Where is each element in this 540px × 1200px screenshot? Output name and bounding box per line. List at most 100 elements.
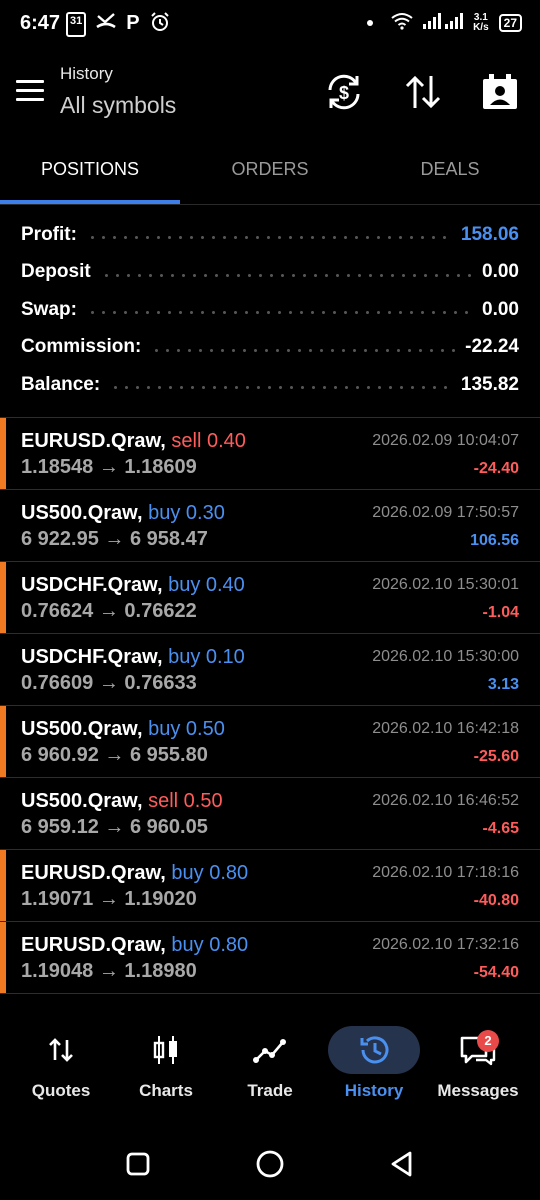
net-speed: 3.1 K/s [473,11,489,33]
open-price: 0.76624 [21,600,94,622]
position-profit: -1.04 [482,604,519,621]
tab-positions[interactable]: POSITIONS [0,140,180,200]
nav-label: Trade [247,1081,293,1100]
status-time: 6:47 [20,12,61,34]
position-marker [0,418,6,489]
position-row[interactable]: USDCHF.Qraw, buy 0.40 0.76624 → 0.76622 … [0,562,540,634]
notification-dot-icon [367,19,374,26]
system-navigation-bar [0,1130,540,1200]
position-row[interactable]: EURUSD.Qraw, sell 0.40 1.18548 → 1.18609… [0,418,540,490]
arrow-icon: → [98,672,119,694]
nav-label: Charts [139,1081,193,1100]
nav-messages[interactable]: 2 Messages [424,1018,532,1108]
open-price: 6 922.95 [21,528,99,550]
account-summary: Profit: 158.06 Deposit 0.00 Swap: 0.00 C… [0,216,540,404]
position-marker [0,706,6,777]
status-bar: 6:47 31 P 3.1 K/s 27 [0,0,540,48]
position-profit: -54.40 [473,964,519,981]
summary-label: Deposit [21,261,91,283]
history-clock-icon [354,1032,394,1068]
open-price: 1.19071 [21,888,94,910]
summary-value: 158.06 [460,223,519,245]
trade-line-icon [250,1032,290,1068]
position-row[interactable]: EURUSD.Qraw, buy 0.80 1.19071 → 1.19020 … [0,850,540,922]
back-icon[interactable] [386,1148,418,1180]
arrow-icon: → [98,456,119,478]
summary-label: Profit: [21,223,77,245]
position-profit: -40.80 [473,892,519,909]
dotted-leader [151,348,456,352]
home-icon[interactable] [254,1148,286,1180]
tab-orders[interactable]: ORDERS [180,140,360,200]
position-row[interactable]: EURUSD.Qraw, buy 0.80 1.19048 → 1.18980 … [0,922,540,994]
position-profit: -25.60 [473,748,519,765]
arrow-icon: → [104,744,125,766]
position-time: 2026.02.10 16:46:52 [372,792,519,809]
close-price: 1.18980 [124,960,197,982]
recents-icon[interactable] [122,1148,154,1180]
position-symbol: EURUSD.Qraw, [21,862,166,884]
position-symbol: EURUSD.Qraw, [21,430,166,452]
position-symbol: US500.Qraw, [21,718,143,740]
app-header: History All symbols $ [0,58,540,128]
summary-label: Balance: [21,373,101,395]
position-time: 2026.02.10 17:18:16 [372,864,519,881]
dotted-leader [100,273,473,277]
close-price: 0.76622 [124,600,197,622]
position-row[interactable]: USDCHF.Qraw, buy 0.10 0.76609 → 0.76633 … [0,634,540,706]
battery-icon: 27 [498,13,522,32]
summary-value: 135.82 [460,373,519,395]
summary-row-commission: Commission: -22.24 [0,329,540,367]
close-price: 1.19020 [124,888,197,910]
symbol-filter[interactable]: All symbols [60,92,176,119]
position-time: 2026.02.09 17:50:57 [372,504,519,521]
sort-icon[interactable] [401,70,445,114]
summary-row-deposit: Deposit 0.00 [0,254,540,292]
nav-quotes[interactable]: Quotes [7,1018,115,1108]
position-profit: -4.65 [482,820,519,837]
dotted-leader [110,386,451,390]
quotes-arrows-icon [41,1032,81,1068]
open-price: 0.76609 [21,672,94,694]
close-price: 6 958.47 [129,528,208,550]
unread-badge: 2 [477,1030,499,1052]
position-symbol: USDCHF.Qraw, [21,646,163,668]
position-time: 2026.02.09 10:04:07 [372,432,519,449]
close-price: 6 960.05 [129,816,208,838]
nav-trade[interactable]: Trade [216,1018,324,1108]
parking-p-icon: P [126,12,140,34]
dotted-leader [86,311,473,315]
position-symbol: EURUSD.Qraw, [21,934,166,956]
active-tab-indicator [0,200,180,204]
tab-deals[interactable]: DEALS [360,140,540,200]
dotted-leader [86,236,451,240]
page-title: History [60,64,113,83]
open-price: 1.18548 [21,456,94,478]
position-profit: 106.56 [470,532,519,549]
summary-label: Commission: [21,336,142,358]
position-side: buy 0.50 [148,718,225,740]
position-profit: 3.13 [487,676,519,693]
position-row[interactable]: US500.Qraw, sell 0.50 6 959.12 → 6 960.0… [0,778,540,850]
bottom-navigation: Quotes Charts Trade History 2 Messages [0,1018,540,1108]
summary-row-swap: Swap: 0.00 [0,291,540,329]
position-row[interactable]: US500.Qraw, buy 0.50 6 960.92 → 6 955.80… [0,706,540,778]
alarm-icon [150,12,170,37]
positions-list: EURUSD.Qraw, sell 0.40 1.18548 → 1.18609… [0,417,540,994]
position-symbol: USDCHF.Qraw, [21,574,163,596]
hamburger-menu-icon[interactable] [16,80,44,102]
reports-icon[interactable] [478,70,522,114]
svg-text:$: $ [339,83,349,103]
position-side: buy 0.80 [171,862,249,884]
position-time: 2026.02.10 16:42:18 [372,720,519,737]
history-tabs: POSITIONS ORDERS DEALS [0,140,540,205]
position-row[interactable]: US500.Qraw, buy 0.30 6 922.95 → 6 958.47… [0,490,540,562]
arrow-icon: → [104,816,125,838]
nav-history[interactable]: History [320,1018,428,1108]
position-symbol: US500.Qraw, [21,790,143,812]
currency-exchange-icon[interactable]: $ [322,70,366,114]
arrow-icon: → [98,888,119,910]
position-time: 2026.02.10 15:30:01 [372,576,519,593]
nav-charts[interactable]: Charts [112,1018,220,1108]
nav-label: Messages [437,1081,519,1100]
